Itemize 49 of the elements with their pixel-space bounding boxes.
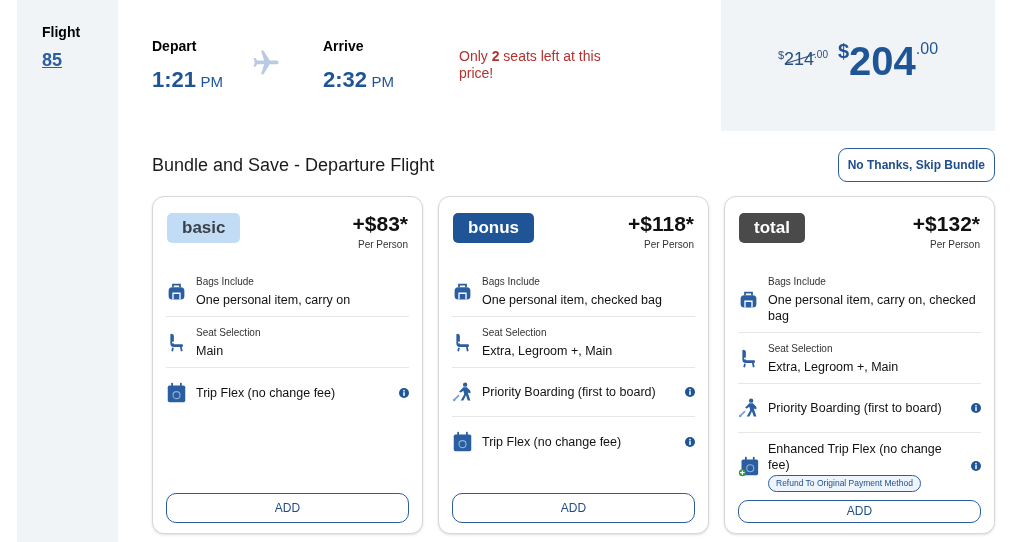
depart-label: Depart (152, 37, 198, 56)
plan-price: +$118* (628, 213, 694, 235)
arrive-time: 2:32 PM (323, 66, 395, 94)
feature-text: One personal item, carry on (196, 292, 352, 308)
feature-text: Priority Boarding (first to board) (768, 400, 943, 416)
running-person-icon (452, 381, 473, 403)
depart-time: 1:21 PM (152, 66, 224, 94)
per-person-label: Per Person (929, 238, 980, 252)
per-person-label: Per Person (643, 238, 694, 252)
feature-text: Trip Flex (no change fee) (482, 433, 623, 450)
calendar-icon (452, 431, 473, 452)
feature-text: Priority Boarding (first to board) (482, 384, 657, 400)
info-icon[interactable] (971, 461, 981, 472)
info-icon[interactable] (685, 387, 695, 397)
add-button[interactable]: ADD (166, 493, 409, 523)
calendar-plus-icon (738, 455, 759, 477)
feature-text: Main (196, 343, 225, 359)
skip-bundle-button[interactable]: No Thanks, Skip Bundle (837, 148, 995, 182)
info-icon[interactable] (685, 436, 695, 447)
per-person-label: Per Person (357, 238, 408, 252)
feature-text: Trip Flex (no change fee) (196, 384, 337, 401)
feature-label: Bags Include (196, 275, 255, 289)
feature-text: Extra, Legroom +, Main (482, 343, 614, 359)
refund-tag: Refund To Original Payment Method (768, 475, 921, 492)
plan-badge: basic (167, 213, 241, 243)
flight-number-link[interactable]: 85 (42, 47, 63, 74)
flight-label: Flight (42, 23, 82, 42)
arrive-label: Arrive (323, 37, 365, 56)
feature-label: Seat Selection (482, 326, 548, 340)
add-button[interactable]: ADD (738, 499, 981, 523)
running-person-icon (738, 397, 759, 419)
feature-text: One personal item, carry on, checked bag (768, 292, 977, 324)
feature-label: Seat Selection (196, 326, 262, 340)
feature-label: Bags Include (482, 275, 541, 289)
add-button[interactable]: ADD (452, 493, 695, 523)
feature-text: Extra, Legroom +, Main (768, 359, 900, 375)
bundle-title: Bundle and Save - Departure Flight (152, 153, 435, 177)
plan-badge: total (739, 213, 805, 243)
feature-text: Enhanced Trip Flex (no change fee) (768, 441, 943, 473)
plan-badge: bonus (453, 213, 534, 243)
plan-price: +$83* (352, 213, 408, 235)
plan-price: +$132* (912, 213, 980, 235)
info-icon[interactable] (399, 387, 409, 398)
feature-label: Bags Include (768, 275, 827, 289)
feature-label: Seat Selection (768, 342, 834, 356)
info-icon[interactable] (971, 403, 981, 413)
seats-left-notice: Only 2 seats left at this price! (459, 48, 602, 83)
feature-text: One personal item, checked bag (482, 292, 663, 308)
calendar-icon (166, 382, 187, 403)
